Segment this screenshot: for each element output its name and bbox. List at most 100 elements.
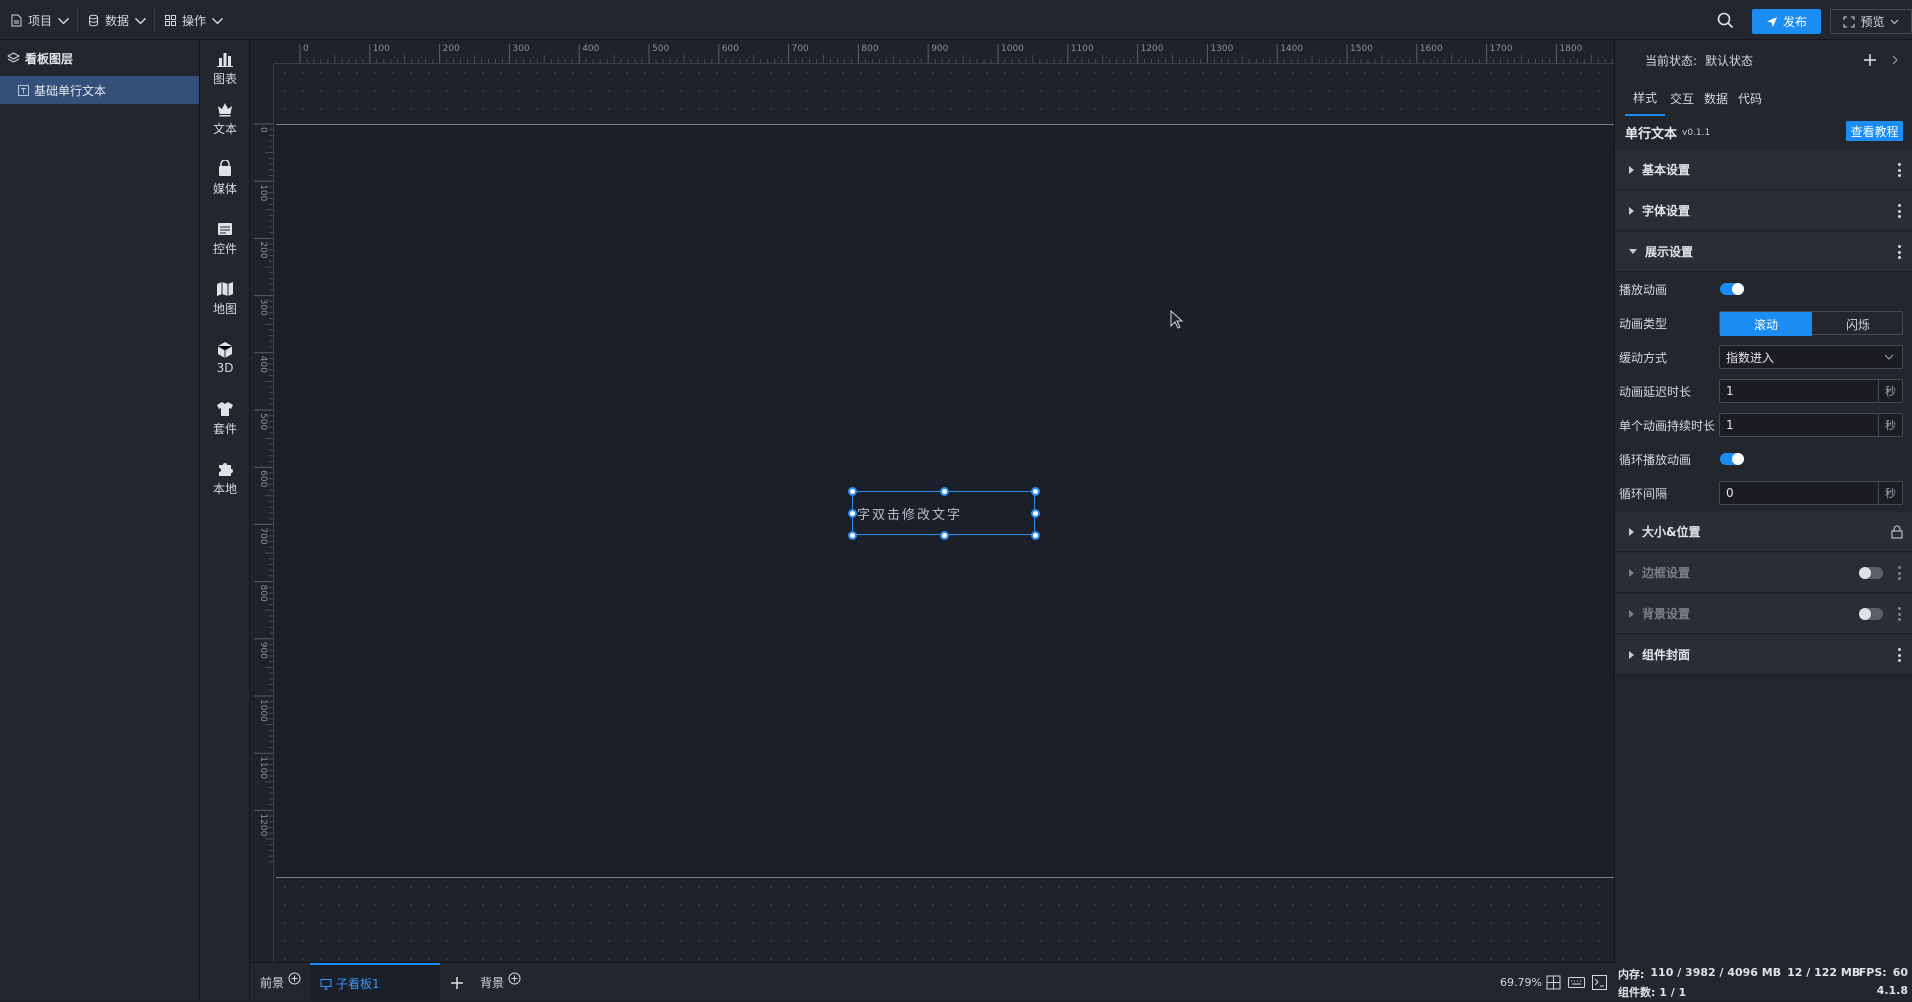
section-cover[interactable]: 组件封面	[1615, 635, 1912, 675]
more-icon[interactable]	[1898, 566, 1901, 580]
duration-row: 单个动画持续时长 1 秒	[1615, 408, 1912, 442]
section-background[interactable]: 背景设置	[1615, 594, 1912, 634]
memory-label: 内存:	[1618, 968, 1645, 981]
fit-screen-button[interactable]	[1546, 963, 1561, 1002]
layers-panel: 看板图层 基础单行文本	[0, 40, 200, 1001]
plus-icon	[451, 976, 463, 989]
resize-handle-e[interactable]	[1031, 509, 1040, 518]
add-board-button[interactable]	[450, 963, 464, 1002]
horizontal-ruler[interactable]: 0 100 200 300 400 500 600 700 800 900 1000 1100 1200…	[274, 40, 1614, 64]
section-display[interactable]: 展示设置	[1615, 232, 1912, 272]
board-tabs-bar: 前景 子看板1 背景 69.79%	[250, 962, 1614, 1002]
tutorial-button[interactable]: 查看教程	[1846, 121, 1903, 141]
duration-input[interactable]: 1 秒	[1719, 413, 1903, 437]
keyboard-icon	[1568, 977, 1585, 988]
resize-handle-n[interactable]	[940, 487, 949, 496]
resize-handle-ne[interactable]	[1031, 487, 1040, 496]
text-layer-icon	[18, 84, 29, 96]
canvas-area[interactable]: 0 100 200 300 400 500 600 700 800 900 1000 1100 1200…	[250, 40, 1614, 962]
database-icon	[89, 14, 98, 26]
duration-unit: 秒	[1878, 414, 1902, 436]
play-animation-toggle[interactable]	[1720, 283, 1744, 295]
preview-button[interactable]: 预览	[1830, 9, 1912, 34]
resize-handle-se[interactable]	[1031, 531, 1040, 540]
more-icon[interactable]	[1898, 648, 1901, 662]
expand-triangle-icon	[1629, 609, 1634, 618]
background-toggle[interactable]	[1859, 608, 1883, 620]
more-icon[interactable]	[1898, 245, 1901, 259]
anim-type-scroll[interactable]: 滚动	[1720, 312, 1812, 336]
section-size-position[interactable]: 大小&位置	[1615, 512, 1912, 552]
chevron-down-icon	[1884, 354, 1894, 360]
operations-menu[interactable]: 操作	[164, 0, 224, 40]
text-crown-icon	[218, 102, 232, 116]
data-menu[interactable]: 数据	[87, 0, 147, 40]
map-icon	[217, 281, 233, 296]
duration-value: 1	[1726, 418, 1734, 432]
state-value[interactable]: 默认状态	[1705, 52, 1753, 69]
search-icon[interactable]	[1717, 12, 1734, 32]
resize-handle-w[interactable]	[848, 509, 857, 518]
tab-interaction[interactable]: 交互	[1665, 80, 1699, 116]
tool-media[interactable]: 媒体	[200, 153, 250, 203]
resize-handle-sw[interactable]	[848, 531, 857, 540]
border-toggle[interactable]	[1859, 567, 1883, 579]
tool-map[interactable]: 地图	[200, 273, 250, 323]
widget-text: 字双击修改文字	[857, 507, 963, 523]
tool-kit[interactable]: 套件	[200, 393, 250, 443]
layer-item[interactable]: 基础单行文本	[0, 76, 199, 104]
anim-type-blink[interactable]: 闪烁	[1812, 312, 1904, 336]
add-circle-icon[interactable]	[508, 972, 521, 985]
tab-background[interactable]: 背景	[480, 963, 521, 1002]
layers-icon	[7, 51, 20, 63]
tab-code[interactable]: 代码	[1733, 80, 1767, 116]
tool-widget[interactable]: 控件	[200, 213, 250, 263]
resize-handle-nw[interactable]	[848, 487, 857, 496]
loop-toggle[interactable]	[1720, 453, 1744, 465]
interval-input[interactable]: 0 秒	[1719, 481, 1903, 505]
chevron-right-icon[interactable]	[1891, 55, 1899, 65]
section-border[interactable]: 边框设置	[1615, 553, 1912, 593]
preview-label: 预览	[1860, 15, 1885, 29]
more-icon[interactable]	[1898, 204, 1901, 218]
single-line-text-widget[interactable]: 字双击修改文字	[848, 487, 1040, 540]
publish-button[interactable]: 发布	[1752, 9, 1821, 34]
add-circle-icon[interactable]	[288, 972, 301, 985]
zoom-level[interactable]: 69.79%	[1500, 963, 1542, 1002]
ruler-tick-label: 1200	[1141, 44, 1164, 54]
layers-title: 看板图层	[25, 51, 74, 66]
tab-sub-board-label: 子看板1	[336, 977, 380, 991]
ruler-tick-label: 200	[258, 241, 268, 258]
ruler-tick-label: 1600	[1420, 44, 1443, 54]
tool-chart[interactable]: 图表	[200, 43, 250, 93]
chevron-down-icon	[211, 17, 224, 24]
section-font[interactable]: 字体设置	[1615, 191, 1912, 231]
tab-sub-board[interactable]: 子看板1	[310, 963, 440, 1002]
delay-input[interactable]: 1 秒	[1719, 379, 1903, 403]
ruler-tick-label: 1100	[1071, 44, 1094, 54]
tab-style[interactable]: 样式	[1625, 80, 1665, 116]
ruler-tick-label: 100	[258, 184, 268, 201]
resize-handle-s[interactable]	[940, 531, 949, 540]
project-menu[interactable]: 项目	[10, 0, 70, 40]
lock-icon[interactable]	[1891, 525, 1903, 539]
divider	[154, 8, 155, 32]
expand-triangle-icon	[1629, 165, 1634, 174]
keyboard-button[interactable]	[1568, 963, 1585, 1002]
operations-menu-label: 操作	[182, 13, 207, 28]
more-icon[interactable]	[1898, 607, 1901, 621]
section-basic[interactable]: 基本设置	[1615, 150, 1912, 190]
vertical-ruler[interactable]: 0 100 200 300 400 500 600 700 800 900 1000 1100 1200	[250, 64, 274, 962]
more-icon[interactable]	[1898, 163, 1901, 177]
version-label: 4.1.8	[1876, 984, 1908, 997]
canvas-margin-bottom	[276, 878, 1614, 962]
easing-select[interactable]: 指数进入	[1719, 345, 1903, 369]
console-button[interactable]	[1592, 963, 1607, 1002]
tool-text[interactable]: 文本	[200, 93, 250, 143]
tab-data[interactable]: 数据	[1699, 80, 1733, 116]
tab-foreground[interactable]: 前景	[260, 963, 301, 1002]
tool-3d[interactable]: 3D	[200, 333, 250, 383]
tool-local[interactable]: 本地	[200, 453, 250, 503]
tab-foreground-label: 前景	[260, 976, 285, 990]
add-state-icon[interactable]	[1863, 53, 1877, 67]
